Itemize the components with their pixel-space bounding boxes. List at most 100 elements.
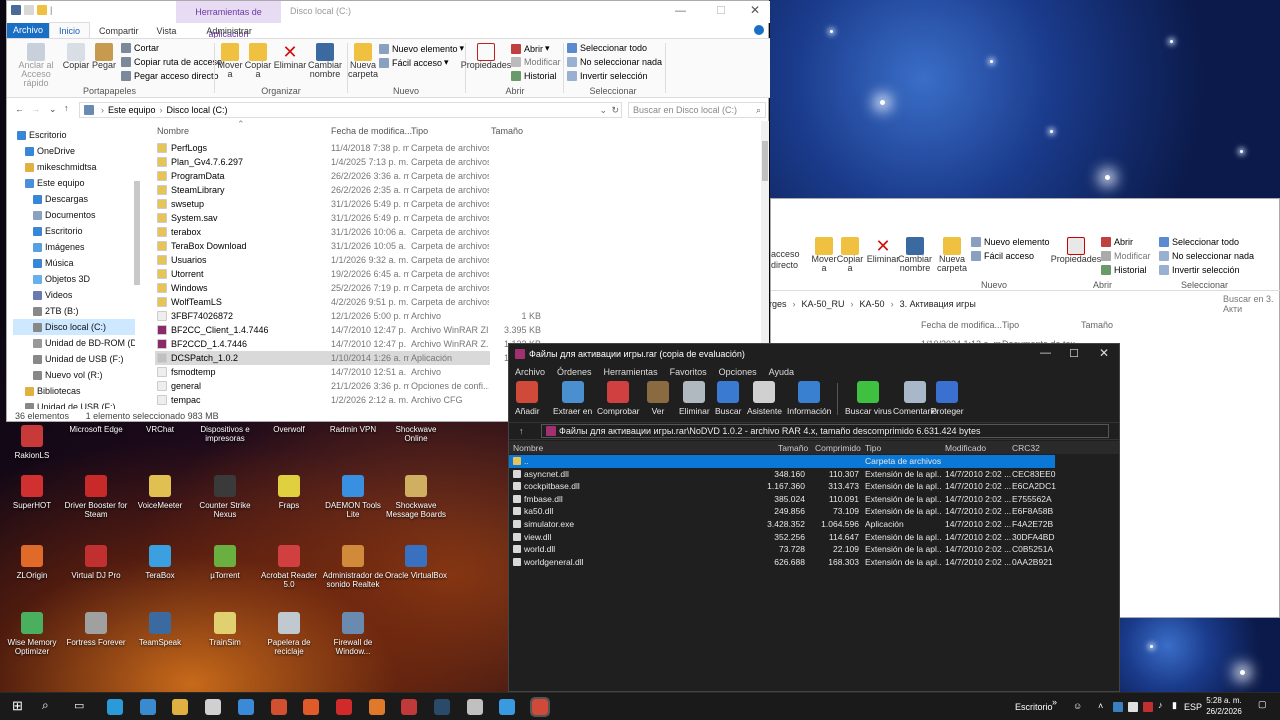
- open-button[interactable]: Abrir: [1101, 237, 1133, 247]
- search-box[interactable]: Buscar en Disco local (C:) ⌕: [628, 102, 766, 118]
- rename-button[interactable]: Cambiar nombre: [898, 237, 932, 273]
- recent-dropdown-icon[interactable]: ⌄: [49, 104, 57, 115]
- file-row[interactable]: TeraBox Download 31/1/2026 10:05 a. m.Car…: [155, 239, 490, 253]
- nav-item[interactable]: Escritorio: [13, 223, 135, 239]
- battery-icon[interactable]: ▮: [1172, 700, 1177, 711]
- help-icon[interactable]: [754, 25, 764, 35]
- history-button[interactable]: Historial: [1101, 265, 1147, 275]
- select-all-button[interactable]: Seleccionar todo: [1159, 237, 1239, 247]
- search-input[interactable]: Buscar en 3. Акти: [1223, 294, 1280, 314]
- taskbar-app-icon[interactable]: [270, 699, 287, 715]
- archive-row[interactable]: view.dll 352.256 114.647 Extensión de la ap…: [509, 531, 1109, 544]
- taskbar-app-icon[interactable]: [237, 699, 254, 715]
- desktop-shortcut[interactable]: Counter Strike Nexus: [193, 475, 257, 519]
- desktop-shortcut[interactable]: TrainSim: [193, 612, 257, 647]
- menu-archivo[interactable]: Archivo: [509, 367, 551, 377]
- new-item-button[interactable]: Nuevo elemento: [971, 237, 1050, 247]
- winrar-tool-ver-button[interactable]: Ver: [647, 381, 669, 416]
- winrar-tool-buscar-virus-button[interactable]: Buscar virus: [845, 381, 892, 416]
- file-row[interactable]: Usuarios 1/1/2026 9:32 a. m. Carpeta de ar…: [155, 253, 490, 267]
- desktop-shortcut[interactable]: DAEMON Tools Lite: [321, 475, 385, 519]
- desktop-shortcut[interactable]: ZLOrigin: [0, 545, 64, 580]
- minimize-button[interactable]: —: [1040, 347, 1051, 359]
- file-row[interactable]: DCSPatch_1.0.2 1/10/2014 1:26 a. m. Aplica…: [155, 351, 541, 365]
- column-header-size[interactable]: Tamaño: [1081, 320, 1113, 330]
- select-all-button[interactable]: Seleccionar todo: [567, 43, 647, 53]
- winrar-tool-asistente-button[interactable]: Asistente: [747, 381, 782, 416]
- tray-chevron-icon[interactable]: ˄: [1098, 701, 1103, 711]
- file-scrollbar-thumb[interactable]: [762, 141, 768, 181]
- desktop-shortcut[interactable]: µTorrent: [193, 545, 257, 580]
- taskbar-app-icon[interactable]: [335, 699, 352, 715]
- desktop-shortcut[interactable]: Shockwave Message Boards: [384, 475, 448, 519]
- tray-app-icon[interactable]: [1113, 702, 1123, 712]
- tray-app-icon[interactable]: [1128, 702, 1138, 712]
- desktop-shortcut[interactable]: VRChat: [128, 425, 192, 434]
- easy-access-button[interactable]: Fácil acceso: [971, 251, 1034, 261]
- archive-row[interactable]: world.dll 73.728 22.109 Extensión de la apl…: [509, 543, 1109, 556]
- file-row[interactable]: general 21/1/2026 3:36 p. m. Opciones de c…: [155, 379, 490, 393]
- winrar-tool-proteger-button[interactable]: Proteger: [931, 381, 964, 416]
- desktop-shortcut[interactable]: Firewall de Window...: [321, 612, 385, 656]
- file-row[interactable]: ProgramData 26/2/2026 3:36 a. m. Carpeta d…: [155, 169, 490, 183]
- file-row[interactable]: swsetup 31/1/2026 5:49 p. m. Carpeta de ar…: [155, 197, 490, 211]
- taskbar-app-icon[interactable]: [530, 697, 551, 717]
- new-folder-button[interactable]: Nueva carpeta: [347, 43, 379, 79]
- menu-ayuda[interactable]: Ayuda: [763, 367, 800, 377]
- copy-button[interactable]: Copiar: [63, 43, 89, 70]
- file-row[interactable]: PerfLogs 11/4/2018 7:38 p. m. Carpeta de a…: [155, 141, 490, 155]
- file-row[interactable]: Plan_Gv4.7.6.297 1/4/2025 7:13 p. m. Carpe…: [155, 155, 490, 169]
- nav-item[interactable]: Documentos: [13, 207, 135, 223]
- nav-item[interactable]: Unidad de USB (F:): [13, 399, 135, 409]
- breadcrumb-item[interactable]: KA-50: [860, 299, 885, 309]
- menu-opciones[interactable]: Opciones: [713, 367, 763, 377]
- address-dropdown-icon[interactable]: ⌄: [599, 105, 607, 116]
- winrar-tool-buscar-button[interactable]: Buscar: [715, 381, 741, 416]
- archive-row[interactable]: fmbase.dll 385.024 110.091 Extensión de la …: [509, 493, 1109, 506]
- archive-row[interactable]: ka50.dll 249.856 73.109 Extensión de la apl…: [509, 505, 1109, 518]
- desktop-shortcut[interactable]: SuperHOT: [0, 475, 64, 510]
- nav-item[interactable]: Unidad de USB (F:): [13, 351, 135, 367]
- winrar-tool-añadir-button[interactable]: Añadir: [515, 381, 540, 416]
- rename-button[interactable]: Cambiar nombre: [307, 43, 343, 79]
- breadcrumb-item[interactable]: 3. Активация игры: [900, 299, 976, 309]
- nav-item[interactable]: Descargas: [13, 191, 135, 207]
- desktop-shortcut[interactable]: Radmin VPN: [321, 425, 385, 434]
- minimize-button[interactable]: —: [675, 5, 686, 17]
- breadcrumb-item[interactable]: Disco local (C:): [167, 105, 228, 115]
- column-header-modified[interactable]: Modificado: [945, 443, 986, 453]
- nav-item[interactable]: 2TB (B:): [13, 303, 135, 319]
- winrar-tool-eliminar-button[interactable]: Eliminar: [679, 381, 710, 416]
- menu-favoritos[interactable]: Favoritos: [664, 367, 713, 377]
- nav-item[interactable]: Música: [13, 255, 135, 271]
- desktop-shortcut[interactable]: Wise Memory Optimizer: [0, 612, 64, 656]
- file-row[interactable]: System.sav 31/1/2026 5:49 p. m. Carpeta de…: [155, 211, 490, 225]
- nav-item[interactable]: mikeschmidtsa: [13, 159, 135, 175]
- notifications-icon[interactable]: ▢: [1258, 699, 1267, 710]
- file-row[interactable]: fsmodtemp 14/7/2010 12:51 a. ... Archivo: [155, 365, 490, 379]
- search-icon[interactable]: ⌕: [42, 698, 49, 713]
- desktop-shortcut[interactable]: Dispositivos e impresoras: [193, 425, 257, 443]
- archive-row[interactable]: .. Carpeta de archivos: [509, 455, 1055, 468]
- column-header-size[interactable]: Tamaño: [491, 126, 523, 136]
- select-none-button[interactable]: No seleccionar nada: [567, 57, 662, 67]
- column-header-packed[interactable]: Comprimido: [815, 443, 861, 453]
- file-row[interactable]: terabox 31/1/2026 10:06 a. m.Carpeta de a…: [155, 225, 490, 239]
- desktop-shortcut[interactable]: Acrobat Reader 5.0: [257, 545, 321, 589]
- desktop-shortcut[interactable]: Virtual DJ Pro: [64, 545, 128, 580]
- back-arrow-icon[interactable]: ←: [15, 104, 24, 114]
- file-row[interactable]: WolfTeamLS 4/2/2026 9:51 p. m. Carpeta de …: [155, 295, 490, 309]
- maximize-button[interactable]: ☐: [716, 4, 726, 17]
- maximize-button[interactable]: ☐: [1069, 347, 1079, 360]
- nav-item[interactable]: Videos: [13, 287, 135, 303]
- desktop-shortcut[interactable]: Overwolf: [257, 425, 321, 434]
- paste-button[interactable]: Pegar: [91, 43, 117, 70]
- nav-item[interactable]: Este equipo: [13, 175, 135, 191]
- column-header-date[interactable]: Fecha de modifica...: [921, 320, 1002, 330]
- up-arrow-icon[interactable]: ↑: [64, 103, 69, 113]
- breadcrumb[interactable]: rges › KA-50_RU › KA-50 › 3. Активация игры…: [769, 294, 1280, 314]
- paste-shortcut-button[interactable]: Pegar acceso directo: [121, 71, 219, 81]
- desktop-shortcut[interactable]: VoiceMeeter: [128, 475, 192, 510]
- file-row[interactable]: tempac 1/2/2026 2:12 a. m. Archivo CFG: [155, 393, 490, 407]
- nav-item[interactable]: OneDrive: [13, 143, 135, 159]
